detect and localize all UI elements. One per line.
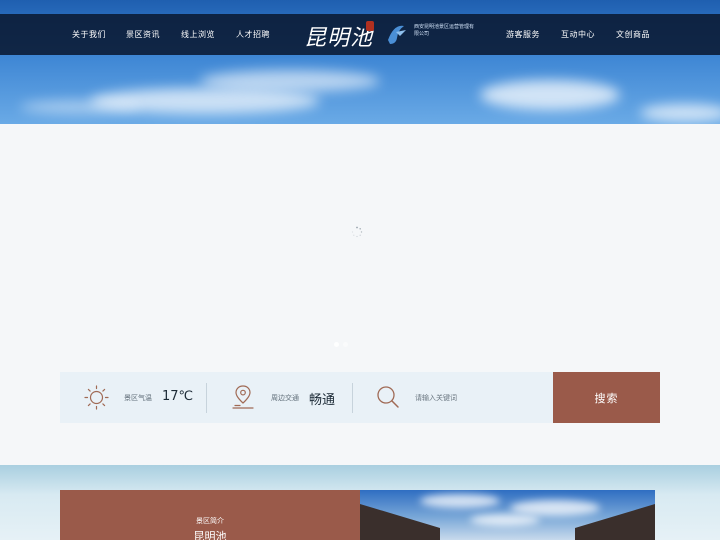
loading-spinner-icon bbox=[351, 226, 363, 238]
traffic-label: 周边交通 bbox=[271, 394, 299, 402]
nav-item-interaction[interactable]: 互动中心 bbox=[561, 14, 595, 55]
nav-item-careers[interactable]: 人才招聘 bbox=[236, 14, 270, 55]
intro-card[interactable]: 景区简介 昆明池 bbox=[60, 490, 360, 540]
cloud bbox=[20, 100, 140, 114]
nav-item-about[interactable]: 关于我们 bbox=[72, 14, 106, 55]
sun-icon bbox=[84, 385, 109, 410]
info-bar: 景区气温 17℃ 周边交通 畅通 搜索 bbox=[60, 372, 660, 423]
cloud bbox=[420, 494, 500, 508]
intro-section: 景区简介 昆明池 bbox=[0, 465, 720, 540]
cloud bbox=[480, 80, 620, 110]
company-mark-icon bbox=[388, 25, 406, 44]
weather-label: 景区气温 bbox=[124, 394, 152, 402]
carousel-dot[interactable] bbox=[334, 342, 339, 347]
scenic-photo bbox=[360, 490, 655, 540]
search-input[interactable] bbox=[415, 382, 550, 413]
weather-value: 17℃ bbox=[162, 389, 194, 404]
intro-title: 昆明池 bbox=[193, 530, 227, 540]
divider bbox=[352, 383, 353, 413]
nav-item-visitor-services[interactable]: 游客服务 bbox=[506, 14, 540, 55]
nav-item-creative-goods[interactable]: 文创商品 bbox=[616, 14, 650, 55]
carousel-dots bbox=[334, 342, 354, 348]
carousel-dot[interactable] bbox=[343, 342, 348, 347]
nav-item-online-tour[interactable]: 线上浏览 bbox=[181, 14, 215, 55]
divider bbox=[206, 383, 207, 413]
nav-item-news[interactable]: 景区资讯 bbox=[126, 14, 160, 55]
site-logo[interactable]: 昆明池 西安昆明池景区运营管理有限公司 bbox=[304, 18, 474, 52]
search-button[interactable]: 搜索 bbox=[553, 372, 660, 423]
top-nav: 关于我们 景区资讯 线上浏览 人才招聘 昆明池 西安昆明池景区运营管理有限公司 … bbox=[0, 14, 720, 55]
search-icon bbox=[377, 386, 399, 408]
logo-seal-icon bbox=[366, 21, 374, 31]
cloud bbox=[470, 514, 540, 526]
traffic-value: 畅通 bbox=[309, 393, 336, 408]
intro-subtitle: 景区简介 bbox=[196, 517, 224, 525]
cloud bbox=[510, 500, 600, 516]
cloud bbox=[200, 70, 380, 92]
company-name: 西安昆明池景区运营管理有限公司 bbox=[414, 24, 475, 37]
location-pin-icon bbox=[232, 385, 254, 409]
cloud bbox=[640, 104, 720, 122]
logo-text: 昆明池 bbox=[304, 26, 374, 51]
building-left bbox=[360, 504, 440, 540]
